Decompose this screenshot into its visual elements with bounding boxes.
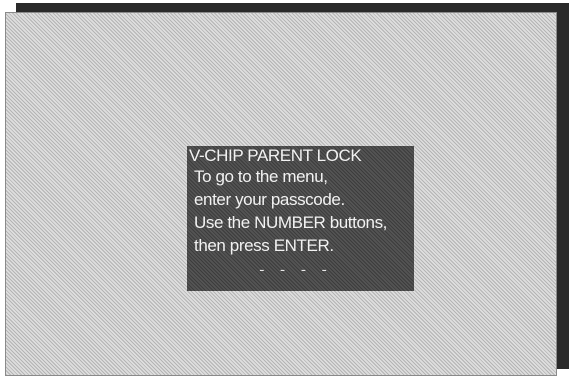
instruction-line-4: then press ENTER. [194, 236, 334, 255]
tv-screen: V-CHIP PARENT LOCK To go to the menu, en… [5, 12, 557, 376]
instruction-line-2: enter your passcode. [194, 190, 345, 209]
dialog-title: V-CHIP PARENT LOCK [189, 146, 362, 165]
vchip-passcode-dialog: V-CHIP PARENT LOCK To go to the menu, en… [187, 146, 414, 291]
instruction-line-3: Use the NUMBER buttons, [194, 213, 387, 232]
passcode-entry-field[interactable]: - - - - [239, 264, 349, 278]
instruction-line-1: To go to the menu, [194, 167, 328, 186]
